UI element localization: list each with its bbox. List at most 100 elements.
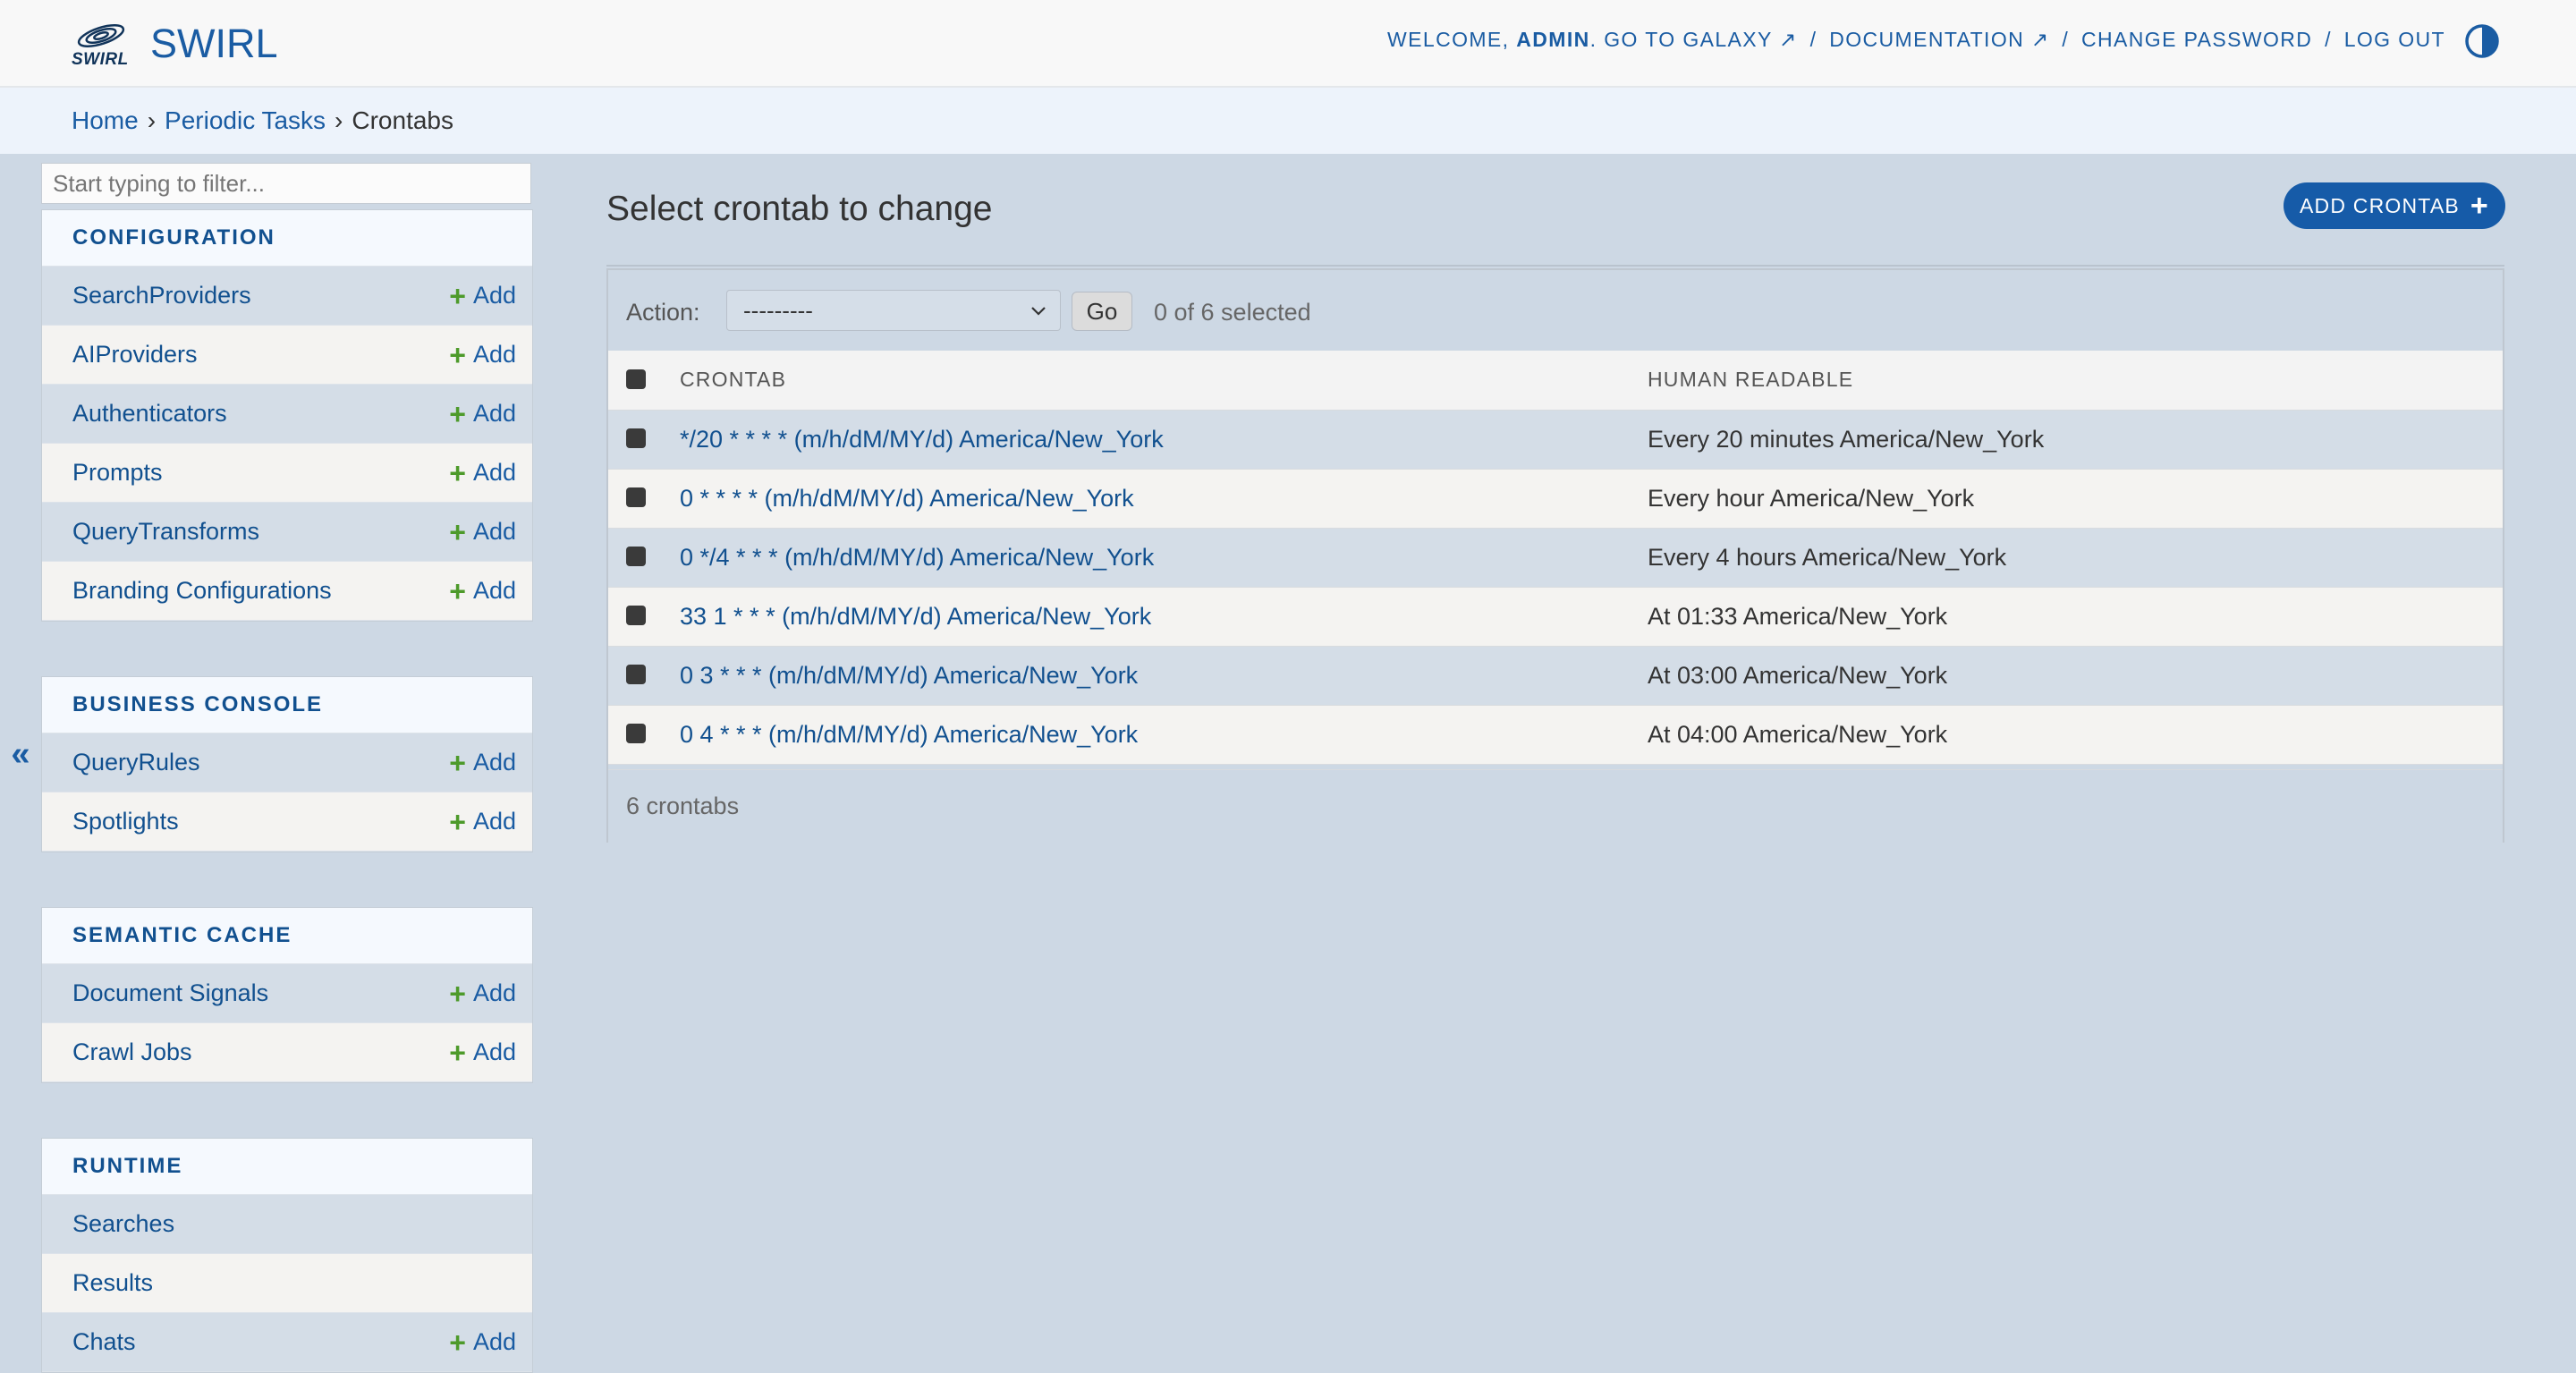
plus-icon: + [449,574,466,607]
app-caption-runtime[interactable]: Runtime [42,1139,532,1195]
crontab-link[interactable]: 0 4 * * * (m/h/dM/MY/d) America/New_York [680,721,1138,748]
add-querytransform-link[interactable]: + Add [449,518,516,547]
sidebar-item-authenticators: Authenticators + Add [42,385,532,444]
row-checkbox[interactable] [626,724,646,744]
crontab-cell: 0 3 * * * (m/h/dM/MY/d) America/New_York [679,646,1647,705]
sidebar-item-label[interactable]: Results [72,1269,153,1297]
add-aiprovider-link[interactable]: + Add [449,341,516,369]
sidebar-item-label[interactable]: Document Signals [72,979,268,1007]
add-branding-configuration-link[interactable]: + Add [449,577,516,606]
crontab-cell: */20 * * * * (m/h/dM/MY/d) America/New_Y… [679,410,1647,469]
add-label: Add [472,1038,516,1065]
select-all-checkbox[interactable] [626,369,646,390]
crontab-link[interactable]: */20 * * * * (m/h/dM/MY/d) America/New_Y… [680,426,1164,453]
add-crawl-job-link[interactable]: + Add [449,1038,516,1067]
brand-logo-text: SWIRL [72,50,129,69]
breadcrumb-current: Crontabs [352,106,453,134]
crontab-link[interactable]: 0 * * * * (m/h/dM/MY/d) America/New_York [680,485,1134,512]
app-caption-business-console[interactable]: Business Console [42,677,532,733]
add-crontab-label: Add crontab [2300,193,2460,217]
crontab-link[interactable]: 0 3 * * * (m/h/dM/MY/d) America/New_York [680,662,1138,689]
sidebar-item-label[interactable]: Authenticators [72,400,227,428]
row-checkbox-cell [608,646,679,705]
sidebar-item-label[interactable]: Crawl Jobs [72,1038,192,1066]
sidebar-item-label[interactable]: QueryRules [72,749,200,776]
app-caption-configuration[interactable]: Configuration [42,210,532,267]
row-checkbox[interactable] [626,487,646,508]
sidebar-item-document-signals: Document Signals + Add [42,964,532,1023]
breadcrumb-home[interactable]: Home [72,106,139,135]
sidebar-item-label[interactable]: AIProviders [72,341,198,369]
row-checkbox-cell [608,528,679,587]
sidebar-item-label[interactable]: Spotlights [72,808,179,835]
log-out-link[interactable]: Log out [2344,28,2445,51]
add-spotlight-link[interactable]: + Add [449,808,516,836]
sidebar-item-searches: Searches [42,1195,532,1254]
table-row: 0 * * * * (m/h/dM/MY/d) America/New_York… [608,469,2503,528]
plus-icon: + [2470,189,2489,223]
crontab-link[interactable]: 0 */4 * * * (m/h/dM/MY/d) America/New_Yo… [680,544,1154,571]
crontab-cell: 0 4 * * * (m/h/dM/MY/d) America/New_York [679,705,1647,764]
documentation-link[interactable]: Documentation ↗ [1829,28,2049,51]
action-select[interactable]: --------- [726,290,1061,331]
sidebar-item-label[interactable]: Searches [72,1210,174,1238]
site-title[interactable]: SWIRL [150,21,278,67]
add-chat-link[interactable]: + Add [449,1328,516,1357]
change-password-link[interactable]: Change password [2081,28,2312,51]
app-module-semantic-cache: Semantic Cache Document Signals + Add Cra… [41,907,533,1083]
go-to-galaxy-link[interactable]: Go to Galaxy ↗ [1604,28,1798,51]
breadcrumb-periodic-tasks[interactable]: Periodic Tasks [165,106,326,135]
nav-sidebar: Configuration SearchProviders +Add AIPro… [41,154,533,1373]
app-caption-semantic-cache[interactable]: Semantic Cache [42,908,532,964]
crontab-link[interactable]: 33 1 * * * (m/h/dM/MY/d) America/New_Yor… [680,603,1151,630]
toolbar-divider [606,265,2504,267]
app-module-configuration: Configuration SearchProviders + Add AIPro… [41,209,533,622]
sidebar-item-label[interactable]: Branding Configurations [72,577,332,605]
human-readable-cell: Every hour America/New_York [1648,484,1975,512]
add-crontab-button[interactable]: Add crontab + [2284,182,2505,229]
sidebar-item-label[interactable]: SearchProviders [72,282,251,309]
row-checkbox-cell [608,469,679,528]
add-authenticator-link[interactable]: + Add [449,400,516,428]
app-module-business-console: Business Console QueryRules + Add Spotlig… [41,676,533,852]
table-row: 0 3 * * * (m/h/dM/MY/d) America/New_York… [608,646,2503,705]
actions-bar: Action: --------- Go 0 of 6 selected [608,270,2503,351]
sidebar-item-label[interactable]: Chats [72,1328,136,1356]
row-checkbox[interactable] [626,665,646,685]
plus-icon: + [449,1036,466,1069]
user-tools-separator: / [2062,28,2070,51]
add-label: Add [472,577,516,604]
user-tools-separator: / [1809,28,1818,51]
column-header-crontab[interactable]: Crontab [679,351,1647,410]
sidebar-item-label[interactable]: QueryTransforms [72,518,259,546]
user-tools-separator: / [2325,28,2332,51]
plus-icon: + [449,977,466,1010]
plus-icon: + [449,397,466,430]
add-searchprovider-link[interactable]: + Add [449,282,516,310]
swirl-logo-icon: SWIRL [70,18,132,70]
add-prompt-link[interactable]: + Add [449,459,516,487]
action-label: Action: [626,299,700,326]
plus-icon: + [449,515,466,548]
changelist: Action: --------- Go 0 of 6 selected Cro… [606,268,2504,843]
sidebar-collapse-toggle[interactable]: « [0,154,41,1354]
row-checkbox[interactable] [626,428,646,449]
table-row: 33 1 * * * (m/h/dM/MY/d) America/New_Yor… [608,587,2503,646]
brand[interactable]: SWIRL SWIRL [70,16,278,72]
add-label: Add [472,282,516,309]
crontab-cell: 33 1 * * * (m/h/dM/MY/d) America/New_Yor… [679,587,1647,646]
sidebar-item-label[interactable]: Prompts [72,459,163,487]
result-table: Crontab Human readable */20 * * * * (m/h… [608,351,2503,765]
plus-icon: + [449,746,466,779]
plus-icon: + [449,805,466,838]
welcome-text: Welcome, [1387,28,1510,51]
add-queryrule-link[interactable]: + Add [449,749,516,777]
row-checkbox[interactable] [626,547,646,567]
nav-filter-input[interactable] [41,163,531,204]
go-button[interactable]: Go [1072,292,1132,331]
crontab-cell: 0 * * * * (m/h/dM/MY/d) America/New_York [679,469,1647,528]
add-document-signal-link[interactable]: + Add [449,979,516,1008]
table-header-row: Crontab Human readable [608,351,2503,410]
row-checkbox[interactable] [626,606,646,626]
theme-toggle-button[interactable] [2464,23,2500,59]
